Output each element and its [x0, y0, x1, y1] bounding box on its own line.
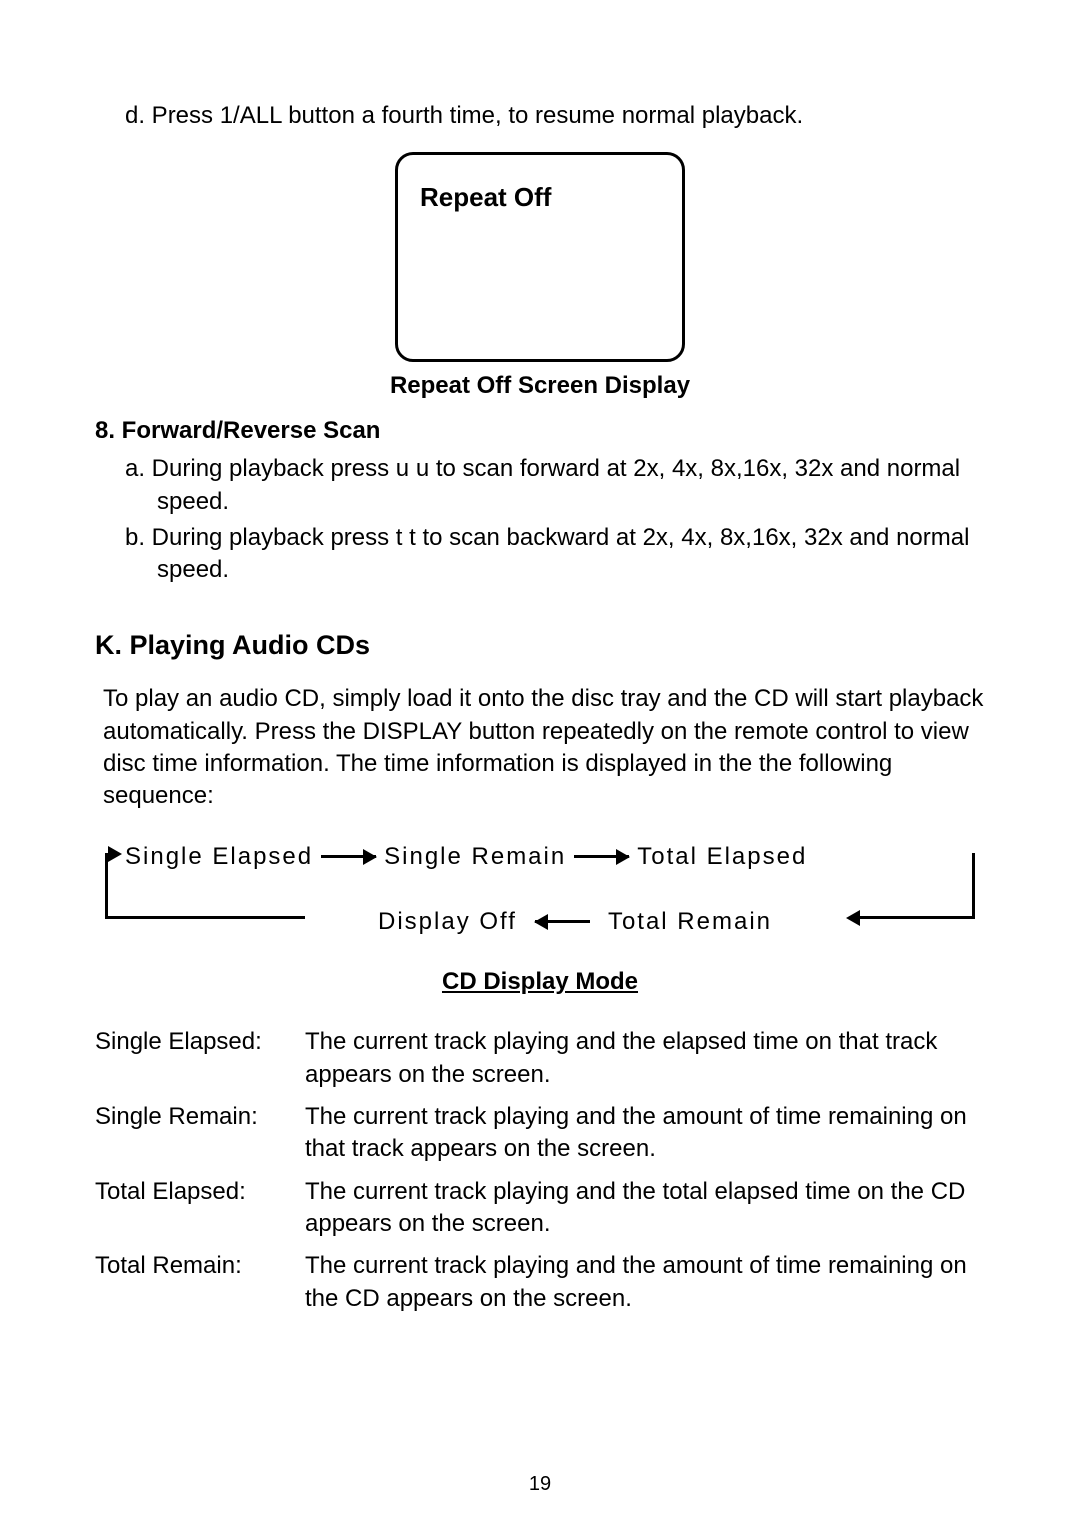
- section-8a: a. During playback press u u to scan for…: [125, 453, 985, 518]
- definition-row: Total Remain: The current track playing …: [95, 1250, 985, 1315]
- definitions-list: Single Elapsed: The current track playin…: [95, 1026, 985, 1315]
- cd-display-mode-heading: CD Display Mode: [95, 966, 985, 998]
- section-8a-text: a. During playback press u u to scan for…: [125, 453, 985, 518]
- section-k-title: K. Playing Audio CDs: [95, 627, 985, 663]
- definition-desc: The current track playing and the amount…: [305, 1250, 985, 1315]
- definition-term: Total Elapsed:: [95, 1176, 305, 1241]
- definition-row: Single Elapsed: The current track playin…: [95, 1026, 985, 1091]
- diagram-total-remain: Total Remain: [608, 906, 772, 938]
- repeat-off-label: Repeat Off: [420, 180, 660, 215]
- section-8b: b. During playback press t t to scan bac…: [125, 522, 985, 587]
- definition-desc: The current track playing and the amount…: [305, 1101, 985, 1166]
- arrow-right-icon: [321, 855, 376, 858]
- arrow-left-icon: [535, 920, 590, 923]
- diagram-total-elapsed: Total Elapsed: [637, 841, 807, 873]
- page-number: 19: [0, 1471, 1080, 1498]
- definition-desc: The current track playing and the total …: [305, 1176, 985, 1241]
- definition-row: Total Elapsed: The current track playing…: [95, 1176, 985, 1241]
- definition-row: Single Remain: The current track playing…: [95, 1101, 985, 1166]
- definition-term: Single Elapsed:: [95, 1026, 305, 1091]
- arrow-right-icon: [574, 855, 629, 858]
- section-k-paragraph: To play an audio CD, simply load it onto…: [103, 683, 985, 813]
- definition-desc: The current track playing and the elapse…: [305, 1026, 985, 1091]
- cd-display-mode-diagram: Single Elapsed Single Remain Total Elaps…: [105, 841, 975, 946]
- definition-term: Total Remain:: [95, 1250, 305, 1315]
- repeat-off-caption: Repeat Off Screen Display: [95, 370, 985, 402]
- diagram-single-remain: Single Remain: [384, 841, 566, 873]
- definition-term: Single Remain:: [95, 1101, 305, 1166]
- section-8-title: 8. Forward/Reverse Scan: [95, 415, 985, 447]
- diagram-display-off: Display Off: [378, 906, 517, 938]
- step-d-text: d. Press 1/ALL button a fourth time, to …: [125, 100, 985, 132]
- diagram-single-elapsed: Single Elapsed: [125, 841, 313, 873]
- repeat-off-screen-box: Repeat Off: [395, 152, 685, 362]
- section-8b-text: b. During playback press t t to scan bac…: [125, 522, 985, 587]
